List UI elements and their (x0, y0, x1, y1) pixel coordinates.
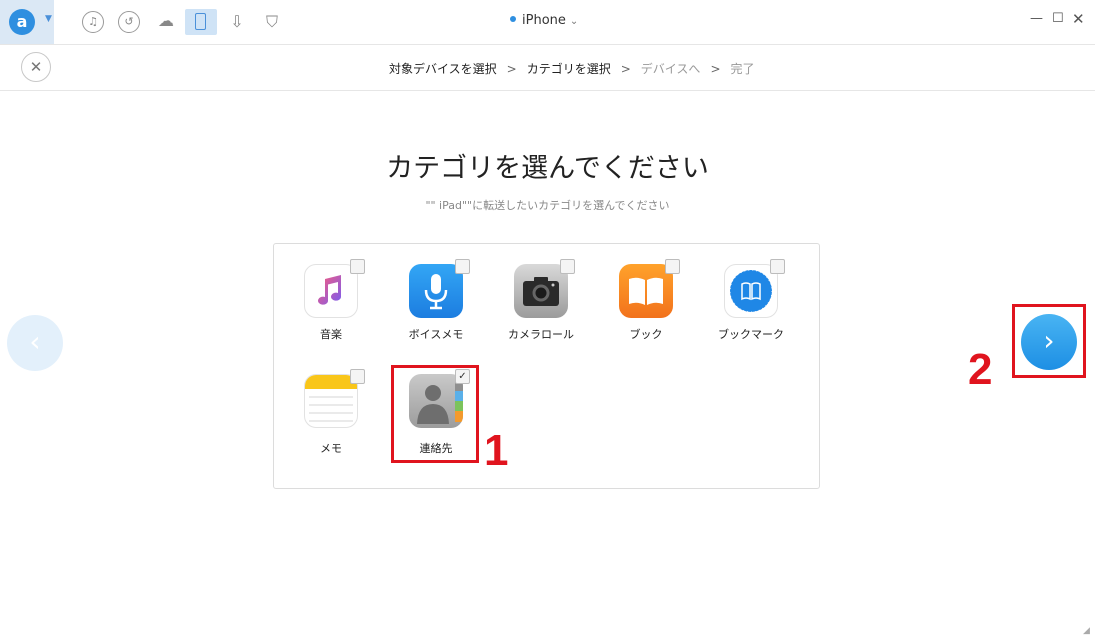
step-select-category: カテゴリを選択 (526, 62, 611, 76)
minimize-icon[interactable]: — (1030, 11, 1043, 26)
category-notes[interactable]: メモ (286, 369, 376, 464)
category-voice-memo[interactable]: ボイスメモ (391, 259, 481, 354)
previous-button[interactable]: ‹ (7, 315, 63, 371)
annotation-box-next (1012, 304, 1086, 378)
maximize-icon[interactable]: ☐ (1052, 11, 1064, 26)
step-select-device: 対象デバイスを選択 (389, 62, 497, 76)
restore-icon[interactable]: ↺ (118, 11, 140, 33)
category-label: ブックマーク (718, 328, 784, 341)
category-label: カメラロール (508, 328, 574, 341)
category-checkbox[interactable] (770, 259, 785, 274)
device-name: iPhone (522, 13, 566, 28)
category-label: 音楽 (320, 328, 342, 341)
close-icon[interactable]: ✕ (21, 52, 51, 82)
category-checkbox[interactable] (560, 259, 575, 274)
app-logo: a (9, 9, 35, 35)
step-separator: > (506, 62, 517, 76)
cloud-icon[interactable]: ☁ (153, 10, 179, 32)
category-panel: 音楽 ボイスメモ カメラロール ブック ブックマーク メモ ✓ 連絡先 (273, 243, 820, 489)
category-checkbox[interactable] (350, 259, 365, 274)
chevron-down-icon: ▼ (45, 14, 52, 24)
music-icon[interactable]: ♫ (82, 11, 104, 33)
page-subtitle: "" iPad""に転送したいカテゴリを選んでください (425, 199, 670, 212)
breadcrumb: 対象デバイスを選択 > カテゴリを選択 > デバイスへ > 完了 (389, 60, 755, 77)
category-checkbox[interactable] (665, 259, 680, 274)
page-title: カテゴリを選んでください (386, 153, 709, 184)
annotation-number-2: 2 (968, 345, 993, 394)
annotation-number-1: 1 (484, 426, 509, 475)
resize-grip-icon[interactable]: ◢ (1083, 626, 1090, 636)
step-bar: ✕ 対象デバイスを選択 > カテゴリを選択 > デバイスへ > 完了 (0, 45, 1095, 91)
device-selector[interactable]: iPhone ⌄ (510, 13, 578, 28)
device-tab-button[interactable] (185, 9, 217, 35)
step-to-device: デバイスへ (640, 62, 701, 76)
category-music[interactable]: 音楽 (286, 259, 376, 354)
step-separator: > (710, 62, 721, 76)
step-separator: > (620, 62, 631, 76)
phone-icon (195, 13, 206, 30)
chevron-left-icon: ‹ (29, 325, 41, 358)
category-checkbox[interactable] (455, 259, 470, 274)
title-bar: a ▼ ♫ ↺ ☁ ⇩ ⛉ iPhone ⌄ — ☐ ✕ (0, 0, 1095, 45)
tshirt-icon[interactable]: ⛉ (261, 11, 283, 33)
step-done: 完了 (730, 62, 755, 76)
annotation-box-contacts (391, 365, 479, 463)
device-status-dot (510, 16, 516, 22)
close-window-icon[interactable]: ✕ (1072, 10, 1085, 28)
category-label: メモ (320, 442, 342, 455)
category-label: ブック (629, 328, 663, 341)
category-books[interactable]: ブック (601, 259, 691, 354)
chevron-down-icon: ⌄ (569, 16, 579, 27)
app-menu-button[interactable]: a ▼ (0, 0, 54, 44)
category-checkbox[interactable] (350, 369, 365, 384)
category-bookmarks[interactable]: ブックマーク (706, 259, 796, 354)
download-icon[interactable]: ⇩ (226, 11, 248, 33)
category-camera-roll[interactable]: カメラロール (496, 259, 586, 354)
category-label: ボイスメモ (408, 328, 464, 341)
